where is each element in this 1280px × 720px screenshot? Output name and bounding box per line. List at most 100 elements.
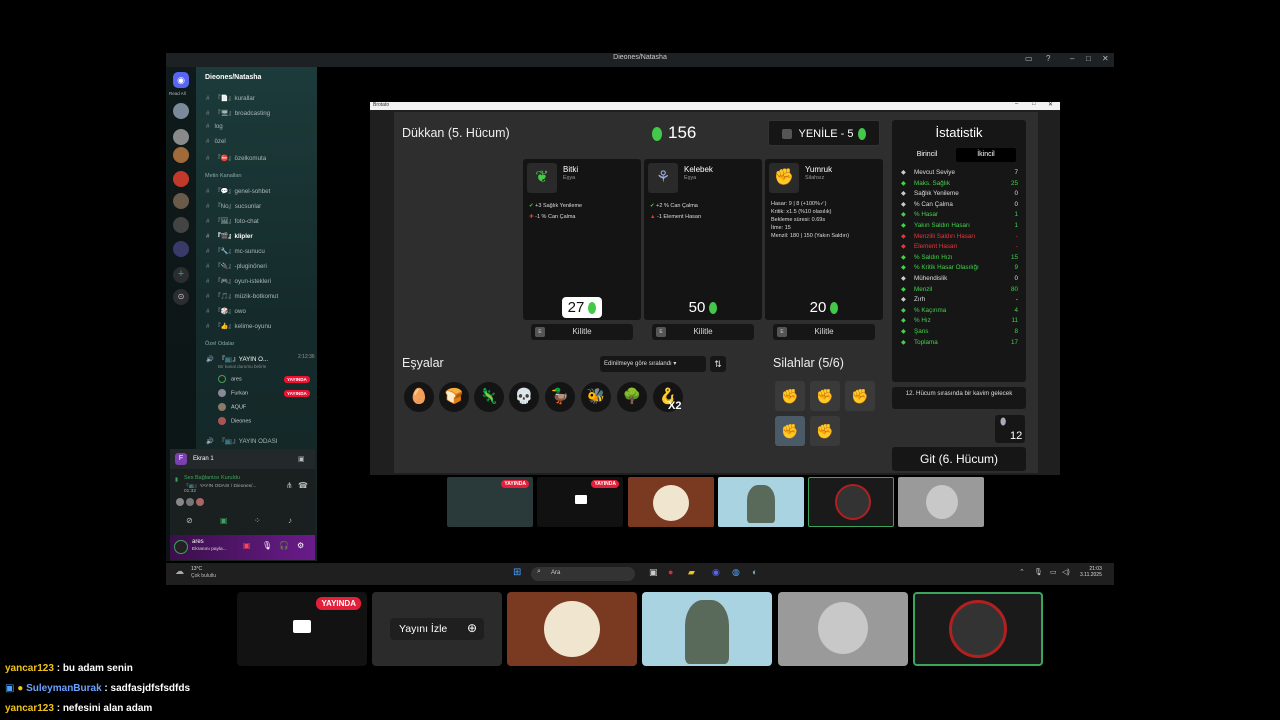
stream-tile[interactable]: YAYINDA (237, 592, 367, 666)
watch-stream-button[interactable]: Yayını İzle (399, 623, 447, 635)
sort-dropdown[interactable]: Edinilmeye göre sıralandı ▾ (600, 356, 706, 372)
minimize-button[interactable]: – (1015, 101, 1018, 107)
stat-label[interactable]: Toplama (914, 339, 938, 346)
card-price[interactable]: 50 (644, 299, 762, 316)
steam-icon[interactable]: ◐ (752, 567, 757, 577)
tab-primary[interactable]: Birincil (904, 148, 950, 162)
channel-item[interactable]: # 『🎮』oyun-istekleri (206, 276, 271, 285)
channel-status-hint[interactable]: Bir kanal durumu belirle (218, 364, 266, 369)
weapon-fist-icon[interactable]: ✊ (810, 416, 840, 446)
stat-label[interactable]: % Can Çalma (914, 201, 953, 208)
discord-home-icon[interactable]: ◉ (173, 72, 189, 88)
server-icon[interactable] (173, 193, 189, 209)
lock-button[interactable]: E Kilitle (652, 324, 754, 340)
soundboard-icon[interactable]: ♪ (288, 516, 292, 525)
voice-channel[interactable]: 🔊 『📺』YAYIN O... 2:12:36 (206, 354, 315, 363)
lock-button[interactable]: E Kilitle (531, 324, 633, 340)
connection-status[interactable]: Ses Bağlantısı Kuruldu (184, 475, 240, 481)
add-server-icon[interactable]: + (173, 267, 189, 283)
channel-item[interactable]: # 『🖼』foto-chat (206, 216, 259, 225)
browser-icon[interactable]: ◍ (732, 567, 740, 578)
item-bee-icon[interactable]: 🐝 (581, 382, 611, 412)
taskbar-search[interactable]: ⌕ Ara (531, 567, 635, 581)
weapon-fist-icon[interactable]: ✊ (845, 381, 875, 411)
participant-tile[interactable] (913, 592, 1043, 666)
participant-thumbnail[interactable] (628, 477, 714, 527)
lock-button[interactable]: E Kilitle (773, 324, 875, 340)
participant-tile[interactable] (507, 592, 637, 666)
item-egg-icon[interactable]: 🥚 (404, 382, 434, 412)
close-button[interactable]: ✕ (1102, 54, 1109, 63)
category-voice[interactable]: Özel Odalar (205, 341, 234, 347)
stat-label[interactable]: Maks. Sağlık (914, 180, 950, 187)
item-lizard-icon[interactable]: 🦎 (474, 382, 504, 412)
channel-item[interactable]: # 『💬』genel-sohbet (206, 186, 270, 195)
volume-icon[interactable]: ◁) (1062, 568, 1070, 576)
camera-off-icon[interactable]: ⊘ (186, 516, 193, 525)
voice-user[interactable]: ares (218, 375, 242, 383)
server-icon[interactable] (173, 241, 189, 257)
channel-item[interactable]: # 『⛔』özelkomuta (206, 153, 266, 162)
sort-order-icon[interactable]: ⇅ (710, 356, 726, 372)
gear-icon[interactable]: ⚙ (297, 541, 304, 550)
voice-channel[interactable]: 🔊 『📺』YAYIN ODASI (206, 436, 277, 445)
screen-share-icon[interactable]: ▣ (220, 516, 228, 525)
microphone-icon[interactable]: 🎙 (262, 541, 272, 550)
weather-desc[interactable]: Çok bulutlu (191, 573, 216, 579)
popout-icon[interactable]: ▣ (298, 455, 305, 463)
stream-thumbnail[interactable]: YAYINDA (537, 477, 623, 527)
stat-label[interactable]: % Saldırı Hızı (914, 254, 953, 261)
folder-icon[interactable]: ▰ (688, 567, 695, 578)
tab-secondary[interactable]: İkincil (956, 148, 1016, 162)
stat-label[interactable]: Zırh (914, 296, 925, 303)
shop-card[interactable]: ❦ Bitki Eşya ✔ +3 Sağlık Yenileme ✚ -1 %… (523, 159, 641, 320)
help-icon[interactable]: ? (1046, 54, 1050, 63)
connection-channel[interactable]: 『📺』YAYIN ODASI / Dieones/... (184, 482, 256, 489)
shop-card[interactable]: ⚘ Kelebek Eşya ✔ +2 % Can Çalma ▲ -1 Ele… (644, 159, 762, 320)
stat-label[interactable]: % Hasar (914, 211, 938, 218)
windows-start-icon[interactable]: ⊞ (513, 567, 521, 578)
app-icon[interactable]: ● (668, 567, 673, 577)
server-icon[interactable] (173, 147, 189, 163)
stat-label[interactable]: Mevcut Seviye (914, 169, 955, 176)
weapon-fist-icon[interactable]: ✊ (775, 416, 805, 446)
server-name[interactable]: Dieones/Natasha (205, 74, 261, 81)
avatar[interactable] (174, 540, 188, 554)
stop-share-icon[interactable]: ▣ (243, 541, 251, 550)
item-tree-icon[interactable]: 🌳 (617, 382, 647, 412)
weapon-fist-icon[interactable]: ✊ (810, 381, 840, 411)
channel-item[interactable]: # 『📄』kurallar (206, 93, 255, 102)
discover-icon[interactable]: ⊙ (173, 289, 189, 305)
stat-label[interactable]: % Kritik Hasar Olasılığı (914, 264, 979, 271)
stat-label[interactable]: Sağlık Yenileme (914, 190, 959, 197)
stat-label[interactable]: Menzilli Saldırı Hasarı (914, 233, 975, 240)
noise-icon[interactable]: ⋔ (286, 481, 293, 490)
item-bread-icon[interactable]: 🍞 (439, 382, 469, 412)
channel-item-active[interactable]: # 『🎬』klipler (206, 231, 253, 240)
stat-label[interactable]: Yakın Saldırı Hasarı (914, 222, 970, 229)
card-price[interactable]: 27 (523, 297, 641, 318)
maximize-button[interactable]: □ (1086, 54, 1091, 63)
stat-label[interactable]: Element Hasarı (914, 243, 957, 250)
channel-item[interactable]: # 『🎲』owo (206, 306, 246, 315)
card-price[interactable]: 20 (765, 299, 883, 316)
participant-thumbnail[interactable] (898, 477, 984, 527)
microphone-icon[interactable]: 🎙 (1034, 568, 1043, 576)
server-icon[interactable] (173, 171, 189, 187)
server-icon[interactable] (173, 103, 189, 119)
stat-label[interactable]: Şans (914, 328, 928, 335)
channel-item[interactable]: # 『👍』kelime-oyunu (206, 321, 271, 330)
category-text-channels[interactable]: Metin Kanalları (205, 173, 242, 179)
go-button[interactable]: Git (6. Hücum) (892, 447, 1026, 471)
channel-item[interactable]: # 『🔧』mc-sunucu (206, 246, 265, 255)
item-skull-icon[interactable]: 💀 (509, 382, 539, 412)
disconnect-icon[interactable]: ☎ (298, 481, 308, 490)
discord-icon[interactable]: ◉ (712, 567, 720, 578)
shop-card[interactable]: ✊ Yumruk Silahsız Hasar: 9 | 8 (+100%✓) … (765, 159, 883, 320)
read-all-link[interactable]: Read All (169, 91, 186, 96)
minimize-button[interactable]: – (1070, 54, 1074, 63)
monitor-icon[interactable]: ▭ (1025, 54, 1033, 63)
reroll-button[interactable]: YENİLE - 5 (768, 120, 880, 146)
participant-thumbnail[interactable] (718, 477, 804, 527)
headphones-icon[interactable]: 🎧 (279, 541, 289, 550)
